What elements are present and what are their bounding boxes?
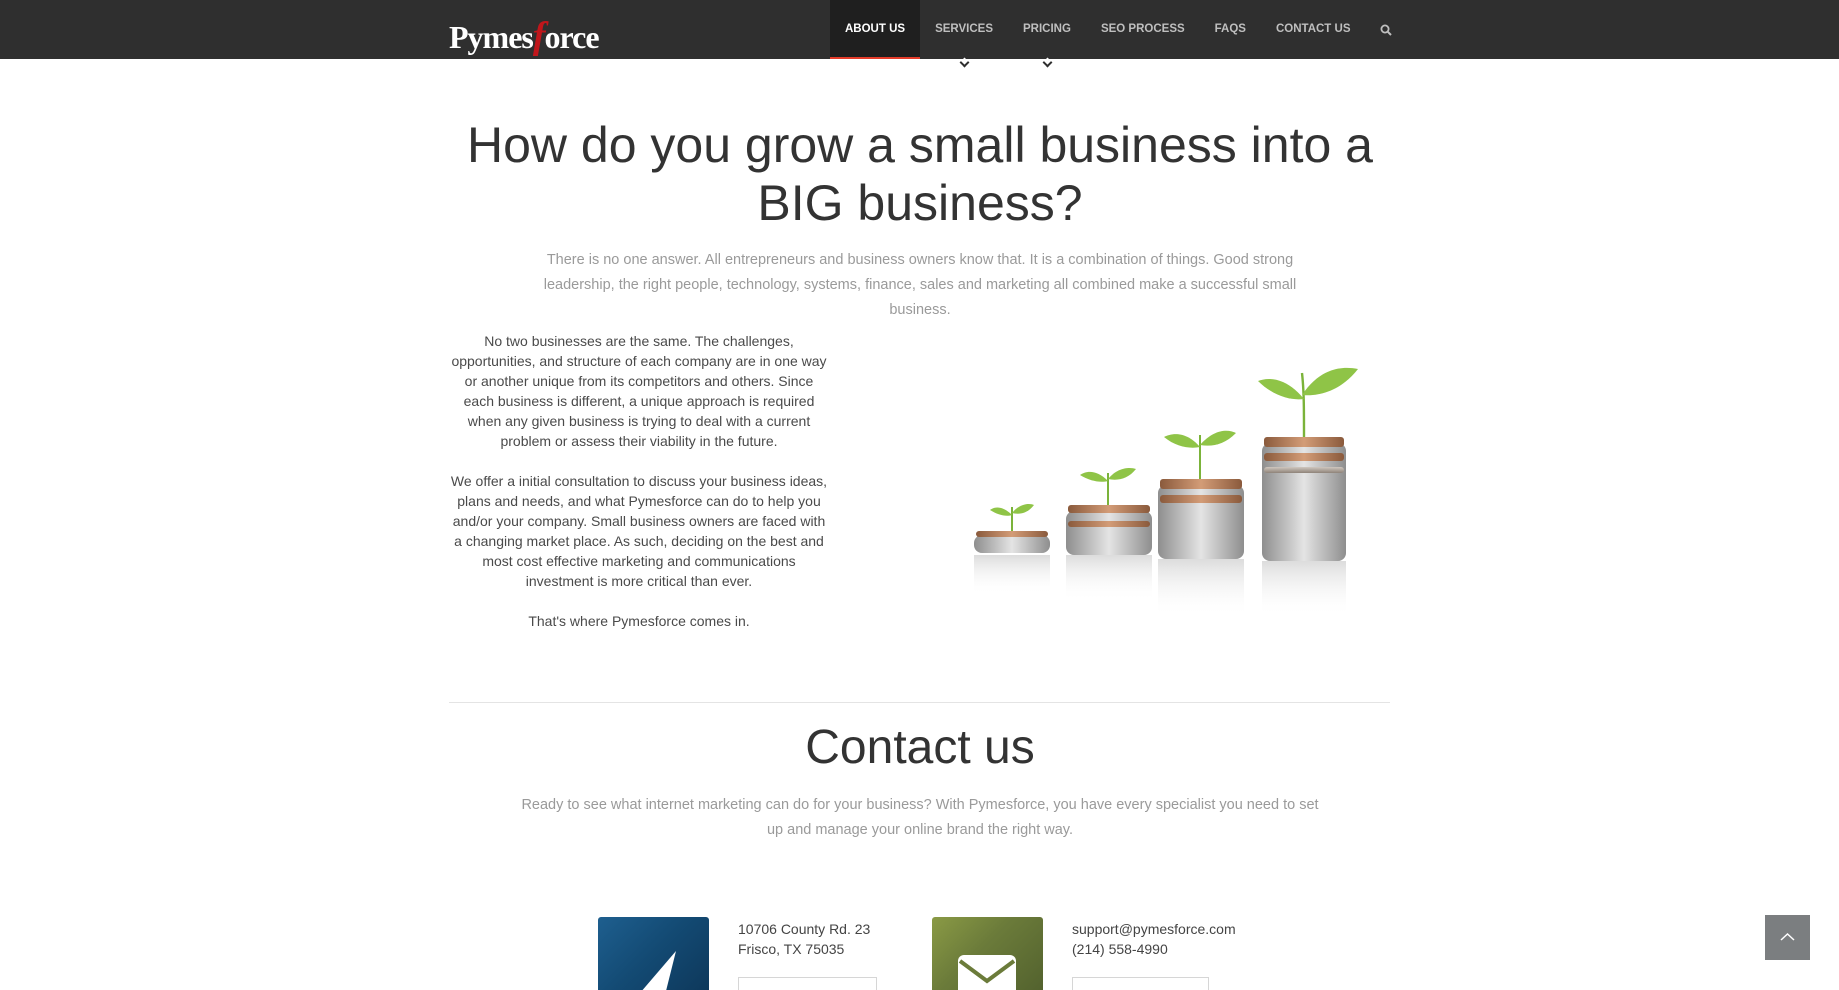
coin-stack xyxy=(1258,367,1358,617)
nav-item-about-us[interactable]: ABOUT US xyxy=(830,0,921,59)
envelope-icon xyxy=(958,955,1016,990)
nav-item-services[interactable]: SERVICES xyxy=(920,0,1008,68)
contact-section-title: Contact us xyxy=(805,721,1035,774)
nav-item-label: PRICING xyxy=(1023,23,1071,35)
email-button[interactable] xyxy=(1072,977,1209,990)
nav-item-label: SERVICES xyxy=(935,23,994,35)
dropdown-caret-icon xyxy=(959,57,970,68)
logo-text-f: f xyxy=(532,15,546,57)
address-tile xyxy=(598,917,709,990)
logo-text-left: Pymes xyxy=(449,19,534,55)
phone-number[interactable]: (214) 558-4990 xyxy=(1072,939,1236,959)
nav-item-label: SEO PROCESS xyxy=(1100,23,1185,35)
coin-stack xyxy=(1066,468,1152,601)
about-paragraph: That's where Pymesforce comes in. xyxy=(528,613,750,629)
nav-item-faqs[interactable]: FAQS xyxy=(1200,0,1261,59)
logo-text-right: orce xyxy=(544,19,600,55)
nav-item-contact-us[interactable]: CONTACT US xyxy=(1261,0,1366,59)
chevron-up-icon xyxy=(1780,932,1795,941)
nav-item-pricing[interactable]: PRICING xyxy=(1008,0,1086,68)
email-address[interactable]: support@pymesforce.com xyxy=(1072,919,1236,939)
address-map-button[interactable] xyxy=(738,977,877,990)
main-nav: ABOUT US SERVICES PRICING SEO PROCESS FA… xyxy=(830,0,1406,68)
address-line: 10706 County Rd. 23 xyxy=(738,921,871,937)
search-icon xyxy=(1380,24,1392,36)
location-arrow-icon xyxy=(642,951,676,990)
coin-stack xyxy=(1158,430,1244,617)
nav-item-label: FAQS xyxy=(1214,23,1246,35)
search-button[interactable] xyxy=(1366,0,1406,59)
pymesforce-logo[interactable]: Pymesforce xyxy=(449,10,600,62)
address-line: Frisco, TX 75035 xyxy=(738,941,845,957)
dropdown-caret-icon xyxy=(1042,57,1053,68)
back-to-top-button[interactable] xyxy=(1765,915,1810,960)
coin-stack xyxy=(974,503,1050,595)
about-text-column: No two businesses are the same. The chal… xyxy=(449,331,829,651)
address-text: 10706 County Rd. 23 Frisco, TX 75035 xyxy=(738,919,870,959)
page-title: How do you grow a small business into a … xyxy=(466,117,1373,231)
top-navbar: Pymesforce ABOUT US SERVICES PRICING SEO… xyxy=(0,0,1839,68)
nav-item-label: CONTACT US xyxy=(1275,23,1351,35)
contact-lead-text: Ready to see what internet marketing can… xyxy=(521,797,1319,838)
section-divider xyxy=(449,702,1390,703)
hero-lead-text: There is no one answer. All entrepreneur… xyxy=(543,252,1297,318)
nav-item-seo-process[interactable]: SEO PROCESS xyxy=(1086,0,1200,59)
coins-and-sprouts-illustration xyxy=(974,367,1358,617)
about-paragraph: We offer a initial consultation to discu… xyxy=(450,473,828,589)
email-text: support@pymesforce.com (214) 558-4990 xyxy=(1072,919,1236,959)
about-paragraph: No two businesses are the same. The chal… xyxy=(451,333,827,449)
nav-item-label: ABOUT US xyxy=(845,23,906,35)
email-tile xyxy=(932,917,1043,990)
